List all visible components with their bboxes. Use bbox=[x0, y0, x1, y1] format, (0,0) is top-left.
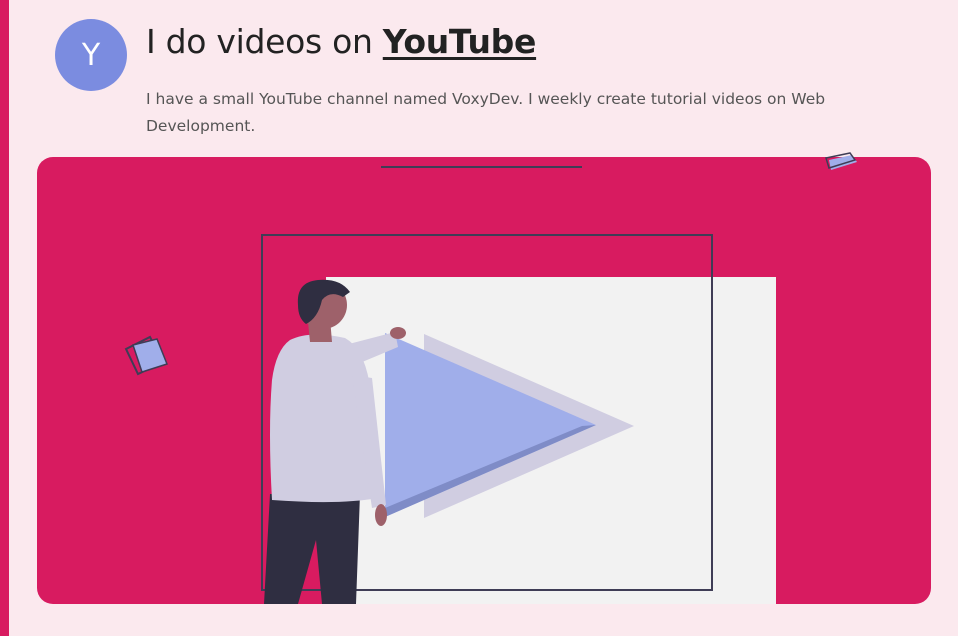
section-title: I do videos on YouTube bbox=[146, 22, 536, 61]
avatar-initial: Y bbox=[81, 37, 101, 73]
youtube-section: Y I do videos on YouTube I have a small … bbox=[0, 0, 958, 636]
avatar: Y bbox=[55, 19, 127, 91]
section-description: I have a small YouTube channel named Vox… bbox=[146, 90, 826, 135]
youtube-link[interactable]: YouTube bbox=[383, 22, 537, 61]
left-accent-bar bbox=[0, 0, 9, 636]
title-prefix: I do videos on bbox=[146, 22, 383, 61]
